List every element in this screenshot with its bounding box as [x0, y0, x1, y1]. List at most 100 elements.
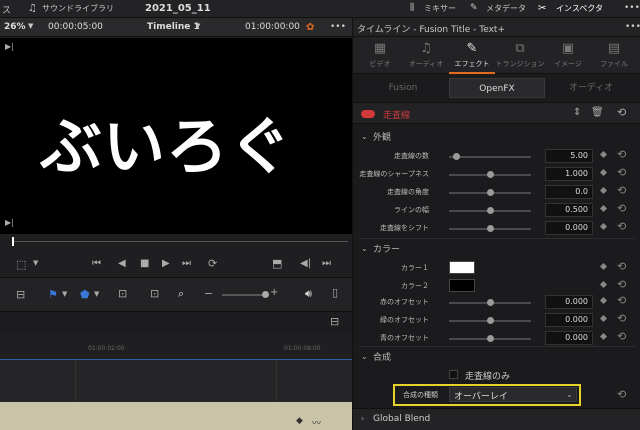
more-options-icon[interactable]: •••: [625, 22, 640, 32]
param-slider-knob[interactable]: [487, 317, 494, 324]
go-to-start-icon[interactable]: ⏮: [92, 258, 101, 269]
keyframe-icon[interactable]: [599, 262, 608, 271]
viewer-mode-icon[interactable]: ⬚: [16, 258, 26, 271]
lock-icon[interactable]: ⊟: [16, 288, 25, 301]
color-swatch[interactable]: [449, 279, 475, 292]
stop-icon[interactable]: ■: [140, 258, 149, 269]
param-value-field[interactable]: 0.000: [545, 221, 593, 235]
audio-volume-icon[interactable]: 🔊︎: [305, 287, 312, 301]
param-slider-knob[interactable]: [487, 335, 494, 342]
zoom-level[interactable]: 26%: [4, 22, 26, 32]
param-slider-knob[interactable]: [487, 189, 494, 196]
param-value-field[interactable]: 1.000: [545, 167, 593, 181]
prev-frame-icon[interactable]: ◀|: [300, 258, 311, 269]
reset-icon[interactable]: ⟲: [617, 294, 626, 307]
zoom-slider-knob[interactable]: [262, 291, 269, 298]
metadata-button[interactable]: メタデータ: [486, 3, 526, 14]
param-value-field[interactable]: 0.000: [545, 331, 593, 345]
color-wheel-icon[interactable]: ✿: [306, 22, 314, 33]
timeline-name[interactable]: Timeline 1: [147, 22, 200, 32]
next-frame-icon[interactable]: ⏭: [322, 258, 331, 269]
section-color[interactable]: カラー: [373, 242, 400, 255]
marker-icon[interactable]: ⬟: [80, 288, 90, 301]
inspector-button[interactable]: インスペクタ: [556, 3, 603, 14]
reset-icon[interactable]: ⟲: [617, 388, 626, 401]
reset-icon[interactable]: ⟲: [617, 220, 626, 233]
param-value-field[interactable]: 0.000: [545, 295, 593, 309]
reset-icon[interactable]: ⟲: [617, 278, 626, 291]
mixer-button[interactable]: ミキサー: [424, 3, 456, 14]
mixer-icon[interactable]: ⫼: [410, 3, 414, 13]
timeline-ruler[interactable]: 01:00:02:00 01:00:08:00: [0, 334, 352, 360]
keyframe-icon[interactable]: [599, 150, 608, 159]
sound-library-icon[interactable]: ♫: [28, 3, 37, 14]
chevron-down-icon[interactable]: ⌄: [361, 244, 368, 253]
keyframe-icon[interactable]: [599, 314, 608, 323]
reset-icon[interactable]: ⟲: [617, 202, 626, 215]
tab-video[interactable]: ▦ ビデオ: [357, 37, 403, 74]
reset-icon[interactable]: ⟲: [617, 184, 626, 197]
more-menu-icon[interactable]: •••: [624, 3, 640, 13]
subtab-audio[interactable]: オーディオ: [545, 78, 637, 98]
keyframe-icon[interactable]: [599, 186, 608, 195]
more-options-icon[interactable]: •••: [330, 22, 346, 32]
trash-icon[interactable]: 🗑︎: [591, 107, 604, 118]
reset-icon[interactable]: ⟲: [617, 330, 626, 343]
chevron-down-icon[interactable]: ▼: [33, 259, 38, 267]
zoom-in-icon[interactable]: +: [270, 287, 278, 298]
playhead[interactable]: [12, 237, 14, 246]
param-slider-knob[interactable]: [487, 299, 494, 306]
global-blend-header[interactable]: › Global Blend: [353, 408, 640, 430]
timeline-tracks[interactable]: [0, 360, 352, 402]
chevron-down-icon[interactable]: ⌄: [361, 352, 368, 361]
effect-enable-toggle[interactable]: [361, 110, 375, 118]
scrubber-bar[interactable]: [0, 234, 352, 252]
param-value-field[interactable]: 0.0: [545, 185, 593, 199]
sound-library-button[interactable]: サウンドライブラリ: [42, 3, 114, 14]
section-appearance[interactable]: 外観: [373, 130, 391, 143]
keyframe-icon[interactable]: [599, 332, 608, 341]
match-frame-icon[interactable]: ⬒: [272, 257, 282, 270]
chevron-down-icon[interactable]: ⌄: [361, 132, 368, 141]
zoom-custom-icon[interactable]: ⌕: [178, 287, 184, 301]
param-slider[interactable]: [449, 156, 531, 158]
tab-effects[interactable]: ✎ エフェクト: [449, 37, 495, 74]
reset-icon[interactable]: ⟲: [617, 312, 626, 325]
color-swatch[interactable]: [449, 261, 475, 274]
param-value-field[interactable]: 0.000: [545, 313, 593, 327]
reset-icon[interactable]: ⟲: [617, 166, 626, 179]
tab-transition[interactable]: ⧉ トランジション: [495, 37, 545, 74]
flag-icon[interactable]: ⚑: [48, 288, 58, 301]
metadata-icon[interactable]: ✎: [470, 3, 478, 13]
timeline-options-icon[interactable]: ⊟: [330, 315, 339, 328]
param-value-field[interactable]: 0.500: [545, 203, 593, 217]
chevron-down-icon[interactable]: ▼: [195, 22, 200, 30]
chevron-down-icon[interactable]: ▼: [94, 290, 99, 298]
scanline-only-checkbox[interactable]: [449, 370, 458, 379]
zoom-slider[interactable]: [222, 294, 264, 296]
reverse-icon[interactable]: ◀: [118, 258, 126, 269]
go-to-end-icon[interactable]: ⏭: [182, 258, 191, 269]
menu-partial-item[interactable]: ス: [2, 3, 11, 16]
tab-image[interactable]: ▣ イメージ: [545, 37, 591, 74]
subtab-fusion[interactable]: Fusion: [357, 78, 449, 98]
reset-icon[interactable]: ⟲: [617, 260, 626, 273]
video-viewer[interactable]: ▶| ぶいろぐ ▶|: [0, 38, 352, 234]
chevron-down-icon[interactable]: ▼: [62, 290, 67, 298]
timeline-clip[interactable]: ◆ 〰: [0, 402, 352, 430]
keyframe-icon[interactable]: [599, 168, 608, 177]
composite-type-dropdown[interactable]: オーバーレイ ⌄: [449, 387, 577, 402]
keyframe-icon[interactable]: [599, 280, 608, 289]
loop-icon[interactable]: ⟳: [208, 257, 217, 270]
keyframe-icon[interactable]: [599, 204, 608, 213]
section-composite[interactable]: 合成: [373, 350, 391, 363]
keyframe-icon[interactable]: [599, 296, 608, 305]
chevron-down-icon[interactable]: ▼: [28, 22, 33, 30]
reorder-icon[interactable]: ⇕: [573, 107, 581, 118]
audio-meter-icon[interactable]: ▯: [332, 286, 338, 299]
param-slider-knob[interactable]: [487, 207, 494, 214]
keyframe-icon[interactable]: [599, 222, 608, 231]
inspector-icon[interactable]: ✂: [538, 3, 546, 14]
zoom-full-icon[interactable]: ⊡: [118, 287, 127, 300]
zoom-out-icon[interactable]: −: [204, 287, 213, 300]
